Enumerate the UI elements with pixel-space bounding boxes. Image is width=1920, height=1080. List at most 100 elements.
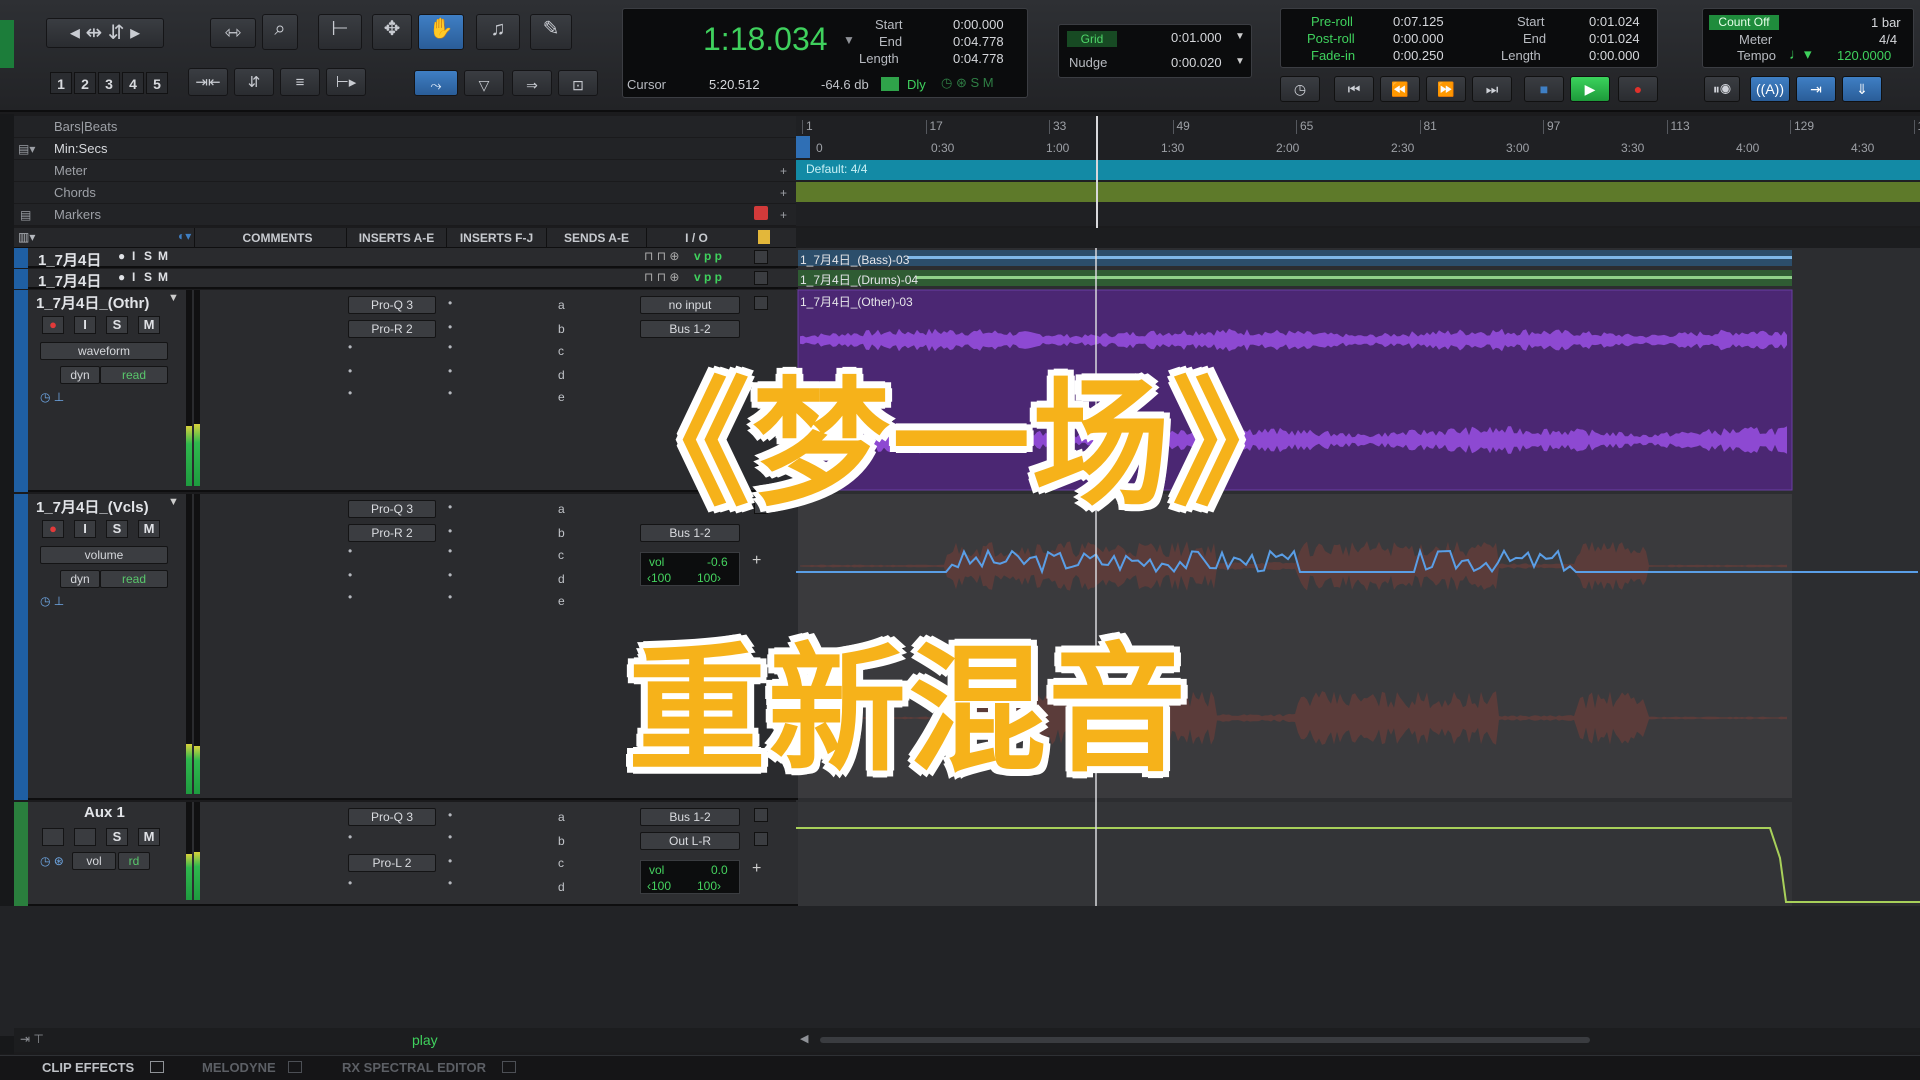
midi-merge-icon[interactable]: ⇓ bbox=[1842, 76, 1882, 102]
range-length-value[interactable]: 0:00.000 bbox=[1589, 48, 1640, 63]
track-other-view-dropdown[interactable]: waveform bbox=[40, 342, 168, 360]
track-vocals-mute-button[interactable]: M bbox=[138, 520, 160, 538]
track-vocals-solo-button[interactable]: S bbox=[106, 520, 128, 538]
quickpunch-icon[interactable]: ((A)) bbox=[1750, 76, 1790, 102]
track-vocals-record-button[interactable]: ● bbox=[42, 520, 64, 538]
track-vocals-send-e[interactable]: e bbox=[558, 594, 565, 608]
track-aux-comment-icon[interactable] bbox=[754, 808, 768, 822]
ruler-view-menu-icon[interactable]: ▤▾ bbox=[18, 142, 35, 156]
track-bass-select-strip[interactable] bbox=[14, 248, 28, 268]
zoom-preset-2[interactable]: 2 bbox=[74, 72, 96, 94]
rx-popout-icon[interactable] bbox=[502, 1061, 516, 1073]
grabber-hand-tool-icon[interactable]: ✋ bbox=[418, 14, 464, 50]
timeline-rulers[interactable]: Default: 4/4 11733496581971131291400:301… bbox=[796, 116, 1920, 226]
track-aux-name[interactable]: Aux 1 bbox=[84, 804, 125, 821]
track-vocals-insert-b[interactable]: Pro-R 2 bbox=[348, 524, 436, 542]
tab-clip-effects[interactable]: CLIP EFFECTS bbox=[42, 1060, 134, 1075]
track-drums-select-strip[interactable] bbox=[14, 269, 28, 289]
track-drums-input-button[interactable]: I bbox=[132, 270, 135, 284]
track-other-send-a[interactable]: a bbox=[558, 298, 565, 312]
track-bass-comment-icon[interactable] bbox=[754, 250, 768, 264]
track-other-select-strip[interactable] bbox=[14, 290, 28, 492]
marker-window-icon[interactable]: ▤ bbox=[20, 208, 31, 222]
track-vocals-insert-h[interactable]: • bbox=[448, 544, 452, 558]
scrubber-tool-icon[interactable]: ♫ bbox=[476, 14, 520, 50]
track-drums-solo-button[interactable]: S bbox=[144, 270, 152, 284]
meter-ruler-bar[interactable]: Default: 4/4 bbox=[796, 160, 1920, 180]
track-vocals-insert-e[interactable]: • bbox=[348, 590, 352, 604]
tab-to-transient-icon[interactable]: ▽ bbox=[464, 70, 504, 96]
insertion-follows-playback-icon[interactable]: ⊡ bbox=[558, 70, 598, 96]
track-aux-send-b[interactable]: b bbox=[558, 834, 565, 848]
track-aux-output-icon[interactable] bbox=[754, 832, 768, 846]
shuffle-mode-icon[interactable]: ⇥⇤ bbox=[188, 68, 228, 96]
track-drums-comment-icon[interactable] bbox=[754, 271, 768, 285]
count-off-toggle[interactable]: Count Off bbox=[1709, 15, 1779, 30]
track-bass[interactable]: ⊙ 1_7月4日 ● I S M ⊓ ⊓ ⊕ v p p bbox=[14, 248, 798, 270]
track-drums-mute-button[interactable]: M bbox=[158, 270, 168, 284]
track-other-insert-f[interactable]: • bbox=[448, 296, 452, 310]
marker-indicator-icon[interactable] bbox=[754, 206, 768, 220]
selector-tool-icon[interactable]: ✥ bbox=[372, 14, 412, 50]
zoomer-tool-icon[interactable]: ⇿ bbox=[210, 18, 256, 48]
magnifier-tool-icon[interactable]: ⌕ bbox=[262, 14, 298, 50]
track-vocals-pan-right[interactable]: 100› bbox=[697, 571, 721, 585]
add-chord-icon[interactable]: + bbox=[780, 186, 787, 200]
track-other-input-button[interactable]: I bbox=[74, 316, 96, 334]
fadein-value[interactable]: 0:00.250 bbox=[1393, 48, 1444, 63]
track-vocals-send-a[interactable]: a bbox=[558, 502, 565, 516]
track-list-toggle-icon[interactable]: ◐▾ bbox=[178, 229, 191, 243]
track-vocals-insert-g[interactable]: • bbox=[448, 524, 452, 538]
track-other-send-d[interactable]: d bbox=[558, 368, 565, 382]
main-counter[interactable]: 1:18.034 bbox=[703, 21, 828, 58]
track-other-insert-j[interactable]: • bbox=[448, 386, 452, 400]
track-other-insert-g[interactable]: • bbox=[448, 320, 452, 334]
track-vocals-input-button[interactable]: I bbox=[74, 520, 96, 538]
track-vocals-insert-d[interactable]: • bbox=[348, 568, 352, 582]
meter-value[interactable]: 4/4 bbox=[1879, 32, 1897, 47]
track-other-comment-icon[interactable] bbox=[754, 296, 768, 310]
track-other-insert-a[interactable]: Pro-Q 3 bbox=[348, 296, 436, 314]
track-vocals-select-strip[interactable] bbox=[14, 494, 28, 800]
range-start-value[interactable]: 0:01.024 bbox=[1589, 14, 1640, 29]
track-aux-volume-pan-box[interactable]: vol 0.0 ‹100 100› bbox=[640, 860, 740, 894]
tempo-value[interactable]: 120.0000 bbox=[1837, 48, 1891, 63]
spot-mode-icon[interactable]: ⇵ bbox=[234, 68, 274, 96]
track-other-insert-h[interactable]: • bbox=[448, 340, 452, 354]
loop-record-icon[interactable]: ⏸◉ bbox=[1704, 76, 1740, 102]
track-vocals-pan-left[interactable]: ‹100 bbox=[647, 571, 671, 585]
footer-zoom-icons[interactable]: ⇥ ⊤ bbox=[20, 1032, 44, 1046]
track-aux-insert-f[interactable]: Pro-L 2 bbox=[348, 854, 436, 872]
track-aux-pan-left[interactable]: ‹100 bbox=[647, 879, 671, 893]
count-bars[interactable]: 1 bar bbox=[1871, 15, 1901, 30]
track-bass-name[interactable]: 1_7月4日 bbox=[38, 249, 101, 270]
track-aux-send-a[interactable]: a bbox=[558, 810, 565, 824]
track-bass-mute-button[interactable]: M bbox=[158, 249, 168, 263]
zoom-preset-4[interactable]: 4 bbox=[122, 72, 144, 94]
zoom-buttons[interactable]: ◂ ⇹ ⇵ ▸ bbox=[46, 18, 164, 48]
track-aux-view-dropdown[interactable]: vol bbox=[72, 852, 116, 870]
counter-dropdown-icon[interactable]: ▼ bbox=[843, 33, 855, 47]
track-aux-mute-button[interactable]: M bbox=[138, 828, 160, 846]
track-bass-record-icon[interactable]: ● bbox=[118, 249, 125, 263]
nudge-value[interactable]: 0:00.020 bbox=[1171, 55, 1222, 70]
track-aux-output-selector[interactable]: Out L-R bbox=[640, 832, 740, 850]
track-aux-insert-b[interactable]: • bbox=[348, 830, 352, 844]
track-aux-insert-j[interactable]: • bbox=[448, 876, 452, 890]
col-io[interactable]: I / O bbox=[646, 228, 746, 248]
grid-dropdown-icon[interactable]: ▼ bbox=[1235, 31, 1245, 42]
clip-effects-popout-icon[interactable] bbox=[150, 1061, 164, 1073]
preroll-value[interactable]: 0:07.125 bbox=[1393, 14, 1444, 29]
track-other-send-c[interactable]: c bbox=[558, 344, 564, 358]
zoom-preset-3[interactable]: 3 bbox=[98, 72, 120, 94]
fadein-label[interactable]: Fade-in bbox=[1311, 48, 1355, 63]
track-other-record-button[interactable]: ● bbox=[42, 316, 64, 334]
track-aux-insert-g[interactable]: • bbox=[448, 808, 452, 822]
track-aux-input-selector[interactable]: Bus 1-2 bbox=[640, 808, 740, 826]
track-vocals-insert-j[interactable]: • bbox=[448, 590, 452, 604]
col-comments[interactable]: COMMENTS bbox=[194, 228, 360, 248]
delay-compensation-icon[interactable] bbox=[881, 77, 899, 91]
track-aux-select-strip[interactable] bbox=[14, 802, 28, 906]
track-drums[interactable]: ⊙ 1_7月4日 ● I S M ⊓ ⊓ ⊕ v p p bbox=[14, 269, 798, 290]
track-vocals-add-lane-icon[interactable]: + bbox=[752, 552, 761, 570]
